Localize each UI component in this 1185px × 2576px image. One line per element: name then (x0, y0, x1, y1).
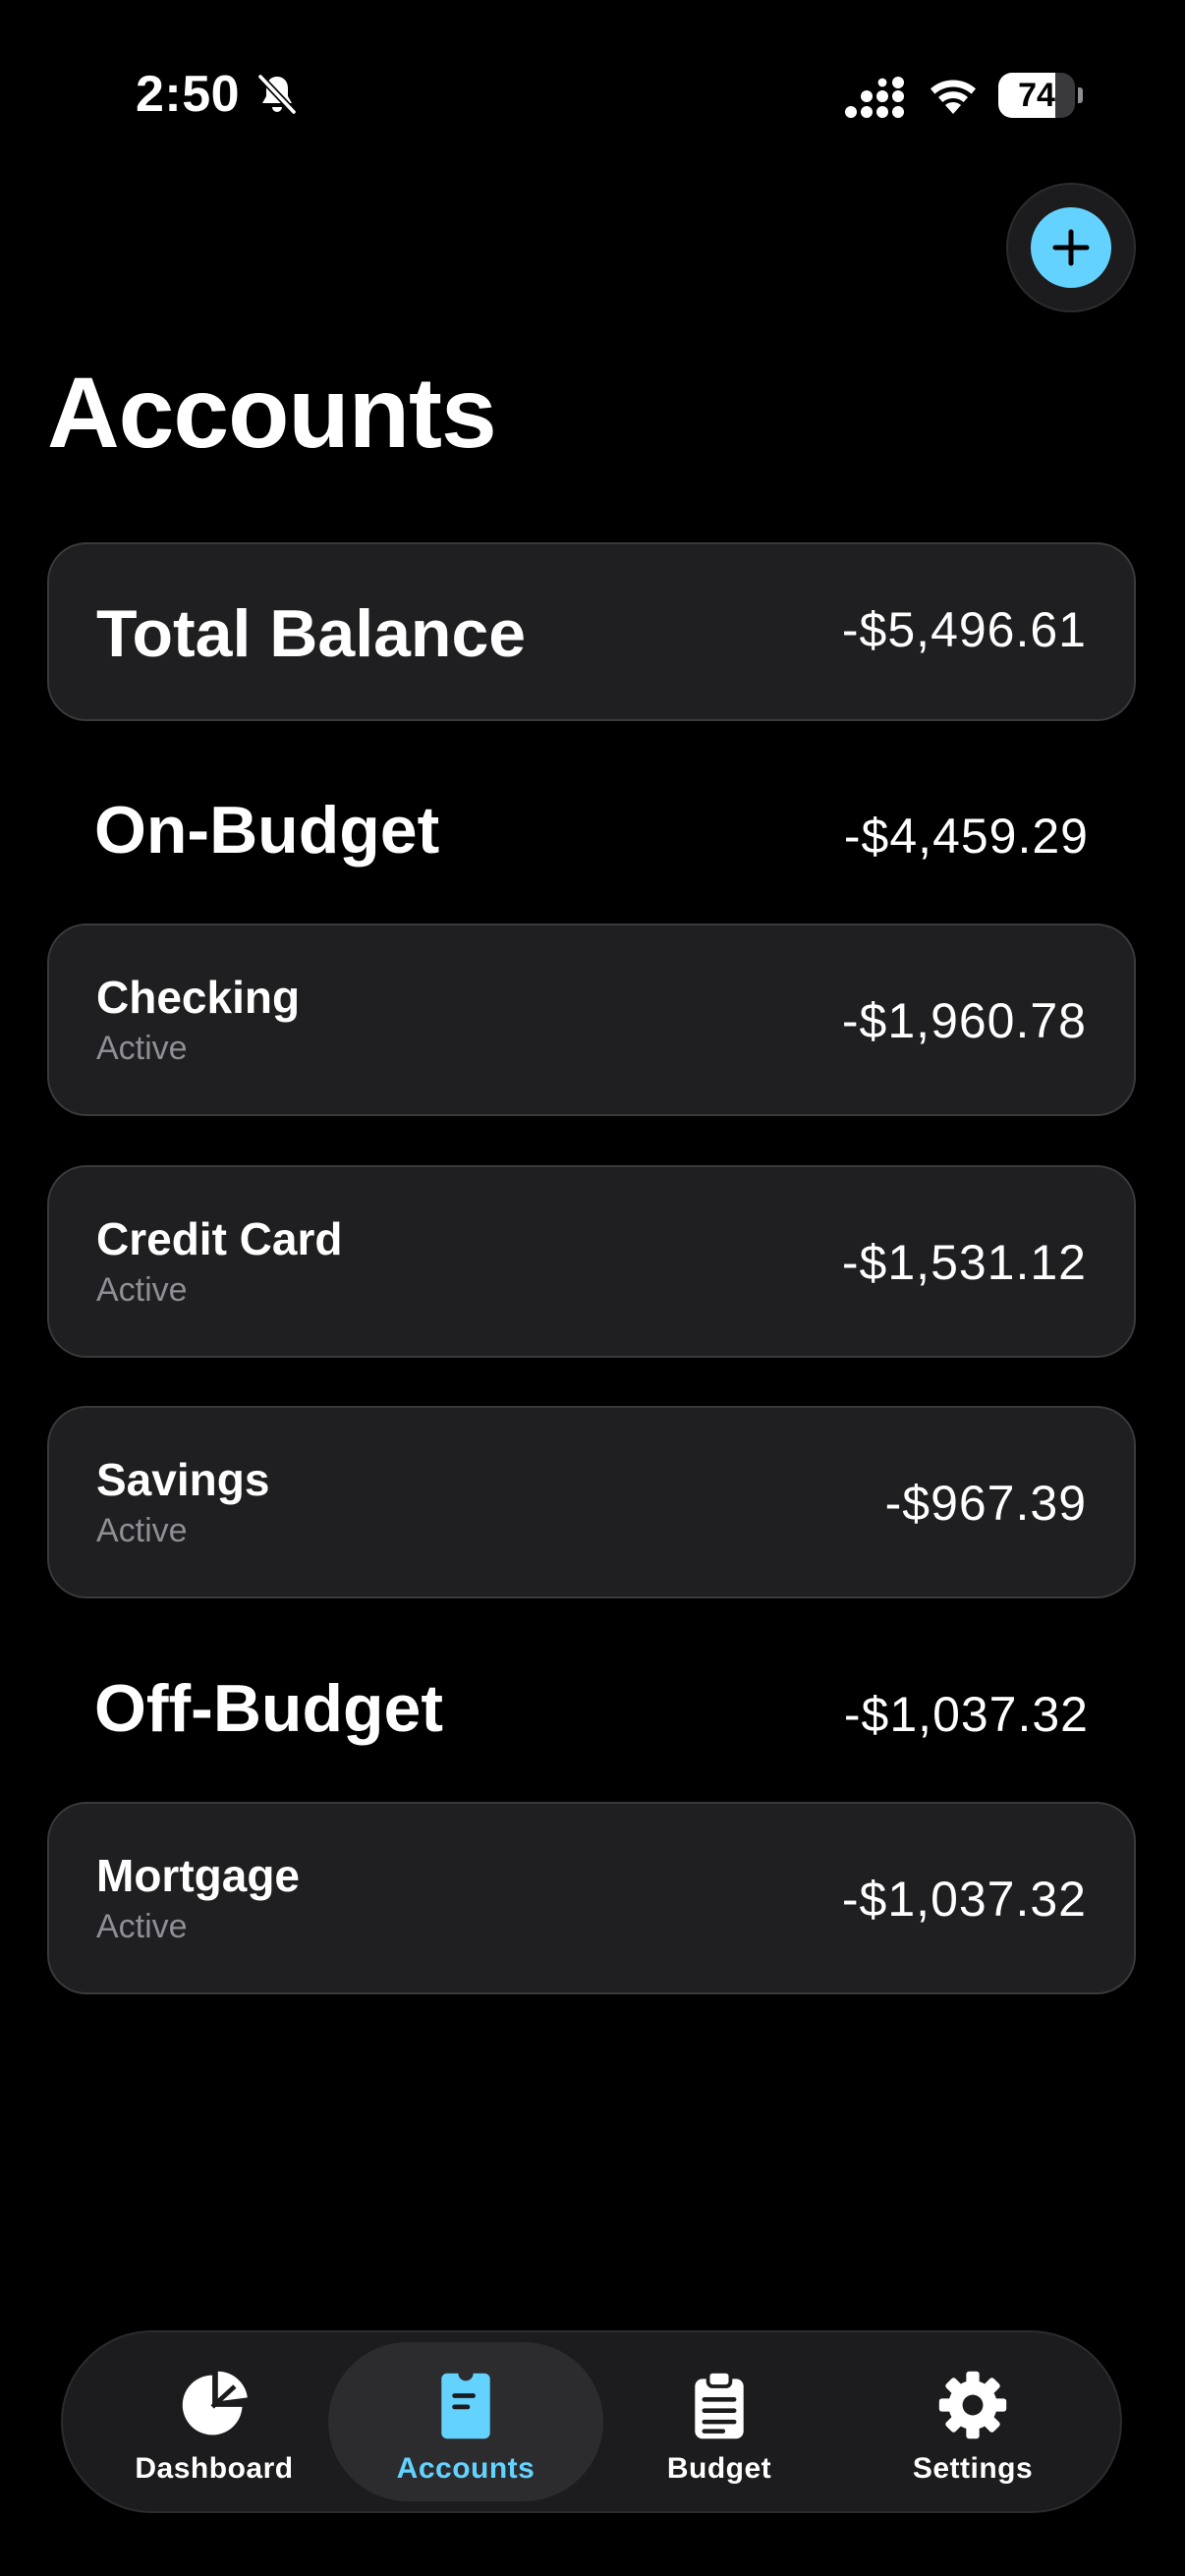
battery-level: 74 (1018, 77, 1055, 114)
gear-icon (938, 2371, 1007, 2439)
status-time: 2:50 (136, 66, 241, 123)
total-balance-card[interactable]: Total Balance -$5,496.61 (47, 542, 1136, 721)
tab-dashboard[interactable]: Dashboard (77, 2342, 352, 2501)
battery-icon: 74 (998, 73, 1083, 118)
tab-label: Budget (666, 2452, 772, 2485)
pie-chart-icon (182, 2371, 248, 2436)
account-name: Mortgage (96, 1850, 300, 1901)
tab-budget[interactable]: Budget (582, 2342, 857, 2501)
bell-slash-icon (256, 73, 298, 116)
status-bar: 2:50 74 (0, 0, 1185, 196)
total-balance-amount: -$5,496.61 (841, 602, 1087, 657)
account-name: Credit Card (96, 1213, 343, 1264)
clipboard-icon (695, 2369, 744, 2439)
add-button-circle[interactable] (1031, 207, 1111, 288)
account-status: Active (96, 1908, 188, 1945)
battery-nub (1078, 87, 1083, 103)
account-card-checking[interactable]: Checking Active -$1,960.78 (47, 924, 1136, 1116)
off-budget-amount: -$1,037.32 (843, 1687, 1089, 1742)
tab-label: Settings (912, 2452, 1034, 2485)
tab-settings[interactable]: Settings (835, 2342, 1110, 2501)
account-status: Active (96, 1030, 188, 1067)
account-amount: -$1,037.32 (841, 1872, 1087, 1927)
account-amount: -$967.39 (884, 1476, 1087, 1531)
signal-icon (845, 77, 904, 118)
add-account-button[interactable] (1006, 183, 1136, 312)
account-status: Active (96, 1271, 188, 1309)
tab-label: Dashboard (135, 2452, 294, 2485)
page-title: Accounts (47, 357, 497, 469)
account-card-savings[interactable]: Savings Active -$967.39 (47, 1406, 1136, 1598)
card-icon (441, 2373, 490, 2439)
on-budget-amount: -$4,459.29 (843, 809, 1089, 864)
wifi-icon (931, 80, 976, 114)
account-card-credit-card[interactable]: Credit Card Active -$1,531.12 (47, 1165, 1136, 1358)
account-amount: -$1,531.12 (841, 1235, 1087, 1290)
off-budget-title: Off-Budget (94, 1671, 444, 1746)
account-name: Savings (96, 1454, 270, 1505)
tab-accounts[interactable]: Accounts (328, 2342, 603, 2501)
account-amount: -$1,960.78 (841, 993, 1087, 1048)
account-status: Active (96, 1512, 188, 1549)
account-name: Checking (96, 972, 301, 1023)
on-budget-title: On-Budget (94, 793, 440, 868)
account-card-mortgage[interactable]: Mortgage Active -$1,037.32 (47, 1802, 1136, 1994)
plus-icon (1052, 229, 1090, 266)
battery-body: 74 (998, 73, 1075, 118)
tab-bar: Dashboard Accounts Budget Settings (61, 2330, 1122, 2513)
tab-label: Accounts (396, 2452, 536, 2485)
total-balance-label: Total Balance (96, 596, 527, 671)
